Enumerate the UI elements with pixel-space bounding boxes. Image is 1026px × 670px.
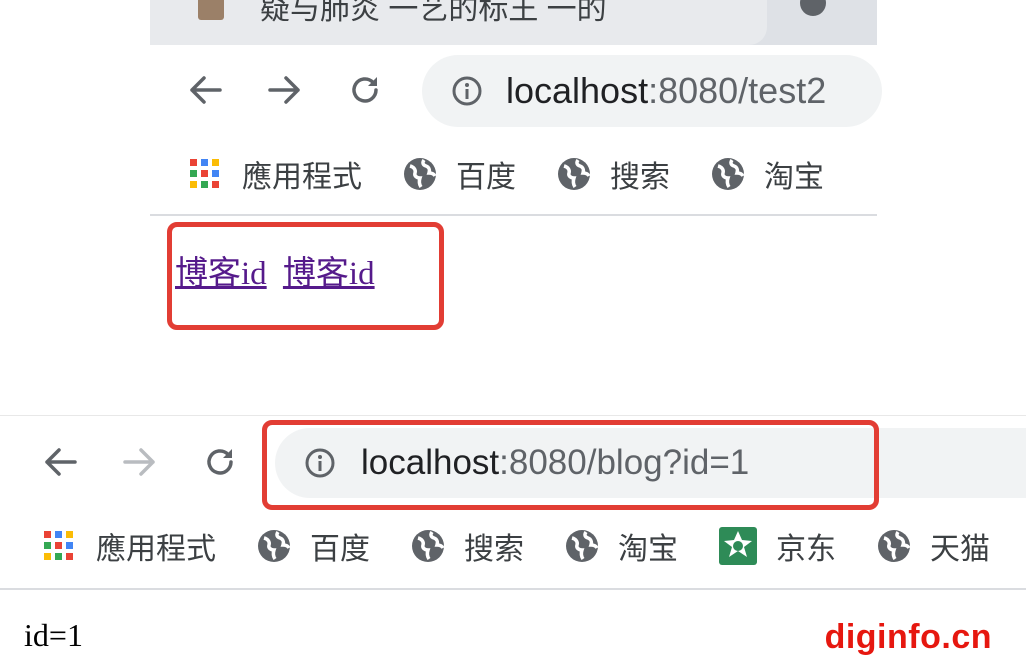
back-arrow-icon xyxy=(45,448,77,476)
reload-button[interactable] xyxy=(200,442,240,482)
new-tab-icon[interactable] xyxy=(800,0,826,16)
bookmark-label: 京东 xyxy=(776,533,836,566)
bookmark-label: 淘宝 xyxy=(764,161,824,194)
bookmark-taobao[interactable]: 淘宝 xyxy=(564,524,678,568)
tab-favicon-icon xyxy=(198,0,224,20)
bookmark-apps[interactable]: 應用程式 xyxy=(42,524,216,568)
globe-icon xyxy=(712,158,745,190)
bookmark-apps[interactable]: 應用程式 xyxy=(188,152,362,196)
site-info-icon[interactable] xyxy=(450,74,484,108)
links-highlight-box xyxy=(167,222,444,330)
bottom-bookmarks-bar: 應用程式 百度 搜索 淘宝 京东 天猫 xyxy=(42,524,990,568)
bookmark-label: 應用程式 xyxy=(96,533,216,566)
reload-button[interactable] xyxy=(345,70,385,110)
globe-icon xyxy=(258,530,291,562)
forward-button[interactable] xyxy=(120,442,160,482)
bookmark-label: 天猫 xyxy=(930,533,990,566)
bookmark-label: 搜索 xyxy=(610,161,670,194)
bookmark-search[interactable]: 搜索 xyxy=(410,524,524,568)
forward-arrow-icon xyxy=(268,76,300,104)
top-toolbar: localhost:8080/test2 xyxy=(150,45,882,135)
back-arrow-icon xyxy=(190,76,222,104)
globe-icon xyxy=(878,530,911,562)
url-host: localhost xyxy=(506,70,649,111)
bookmark-label: 應用程式 xyxy=(242,161,362,194)
bottom-content-divider xyxy=(0,588,1026,590)
url-path: :8080/test2 xyxy=(648,70,827,111)
bookmark-tmall[interactable]: 天猫 xyxy=(876,524,990,568)
bookmark-taobao[interactable]: 淘宝 xyxy=(710,152,824,196)
globe-icon xyxy=(404,158,437,190)
bookmark-label: 百度 xyxy=(310,533,370,566)
bookmark-label: 百度 xyxy=(456,161,516,194)
page-output-text: id=1 xyxy=(24,617,83,653)
bookmark-baidu[interactable]: 百度 xyxy=(402,152,516,196)
reload-icon xyxy=(207,449,233,475)
forward-arrow-icon xyxy=(123,448,155,476)
top-active-tab[interactable]: 疑与肺炎 一艺的标王 一的 xyxy=(150,0,767,45)
bookmark-label: 淘宝 xyxy=(618,533,678,566)
forward-button[interactable] xyxy=(265,70,305,110)
top-content-divider xyxy=(150,214,877,216)
top-tab-strip: 疑与肺炎 一艺的标王 一的 xyxy=(150,0,877,45)
jd-icon xyxy=(719,527,757,565)
back-button[interactable] xyxy=(40,442,80,482)
tab-title: 疑与肺炎 一艺的标王 一的 xyxy=(260,0,607,26)
bookmark-label: 搜索 xyxy=(464,533,524,566)
top-url-text: localhost:8080/test2 xyxy=(506,70,826,112)
apps-grid-icon xyxy=(44,531,73,560)
apps-grid-icon xyxy=(190,159,219,188)
bookmark-baidu[interactable]: 百度 xyxy=(256,524,370,568)
watermark: diginfo.cn xyxy=(824,618,992,656)
globe-icon xyxy=(412,530,445,562)
top-address-bar[interactable]: localhost:8080/test2 xyxy=(422,55,882,127)
bookmark-search[interactable]: 搜索 xyxy=(556,152,670,196)
bookmark-jd[interactable]: 京东 xyxy=(718,524,836,568)
reload-icon xyxy=(352,77,378,103)
globe-icon xyxy=(566,530,599,562)
back-button[interactable] xyxy=(185,70,225,110)
url-highlight-box xyxy=(262,420,879,510)
top-bookmarks-bar: 應用程式 百度 搜索 淘宝 xyxy=(188,152,824,196)
globe-icon xyxy=(558,158,591,190)
